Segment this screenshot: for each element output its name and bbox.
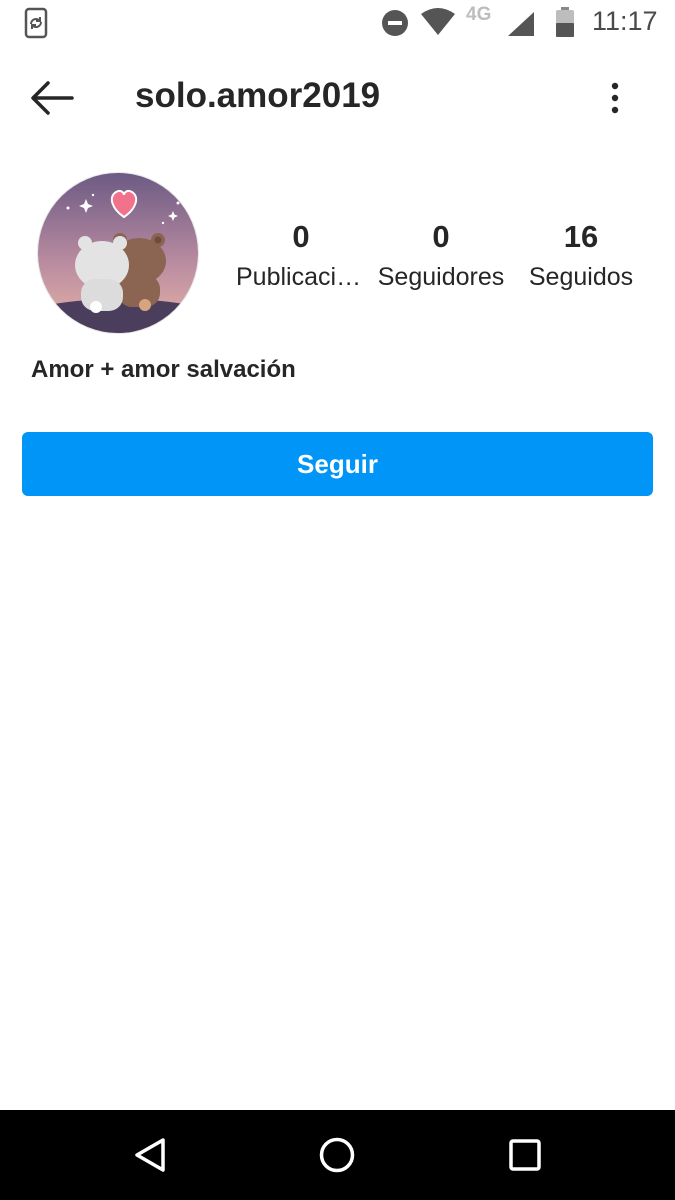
- nav-home-icon: [319, 1137, 355, 1173]
- more-vertical-icon: [611, 82, 619, 114]
- nav-back-icon: [135, 1138, 165, 1172]
- posts-label: Publicaciones: [236, 263, 366, 291]
- avatar-illustration: [38, 173, 198, 333]
- posts-count: 0: [292, 219, 310, 254]
- network-type-label: 4G: [466, 4, 492, 25]
- profile-bio: Amor + amor salvación: [31, 356, 296, 383]
- signal-icon: [508, 12, 534, 36]
- system-navigation-bar: [0, 1110, 675, 1200]
- profile-avatar[interactable]: [37, 172, 199, 334]
- do-not-disturb-icon: [382, 10, 408, 36]
- nav-recents-button[interactable]: [500, 1132, 550, 1178]
- battery-icon: [556, 7, 574, 37]
- followers-count: 0: [432, 219, 450, 254]
- following-count: 16: [563, 219, 599, 254]
- status-clock: 11:17: [592, 6, 658, 36]
- back-button[interactable]: [24, 74, 80, 122]
- nav-back-button[interactable]: [126, 1132, 176, 1178]
- more-options-button[interactable]: [598, 74, 632, 122]
- followers-label: Seguidores: [377, 263, 505, 291]
- profile-header: solo.amor2019: [0, 60, 675, 136]
- nav-recents-icon: [509, 1139, 541, 1171]
- profile-username: solo.amor2019: [135, 76, 381, 115]
- wifi-icon: [421, 8, 455, 35]
- stat-following[interactable]: 16 Seguidos: [516, 218, 646, 294]
- nav-home-button[interactable]: [312, 1132, 362, 1178]
- stat-posts[interactable]: 0 Publicaciones: [236, 218, 366, 294]
- back-arrow-icon: [31, 81, 74, 115]
- status-bar: 4G 11:17: [0, 0, 675, 48]
- profile-screen: 4G 11:17 solo.amor2019 0 Publicacion 0 S…: [0, 0, 675, 1200]
- following-label: Seguidos: [528, 263, 634, 291]
- follow-button[interactable]: Seguir: [22, 432, 653, 496]
- stat-followers[interactable]: 0 Seguidores: [376, 218, 506, 294]
- screen-rotate-icon: [24, 7, 48, 39]
